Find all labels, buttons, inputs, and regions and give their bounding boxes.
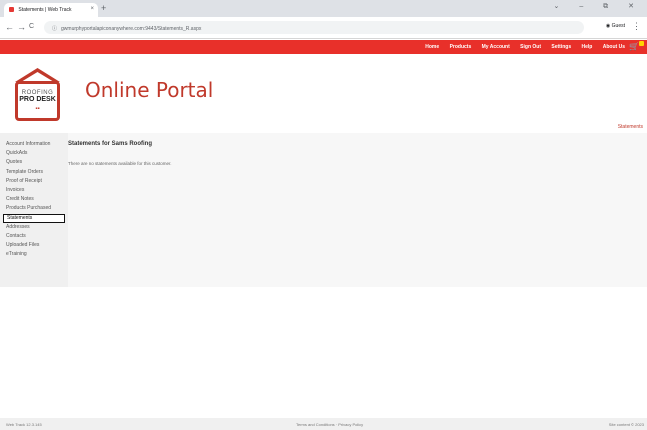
sidebar-item-products-purchased[interactable]: Products Purchased	[3, 204, 65, 213]
tab-title: Statements | Web Track	[18, 7, 72, 13]
forward-icon[interactable]: →	[17, 22, 26, 32]
cart-badge	[639, 41, 644, 46]
nav-sign-out[interactable]: Sign Out	[520, 44, 541, 50]
browser-menu-icon[interactable]: ⋮	[632, 21, 641, 32]
sidebar-item-contacts[interactable]: Contacts	[3, 232, 65, 241]
sidebar-item-uploaded-files[interactable]: Uploaded Files	[3, 241, 65, 250]
tab-close-icon[interactable]: ×	[90, 6, 94, 12]
nav-settings[interactable]: Settings	[551, 44, 571, 50]
profile-button[interactable]: ◉ Guest	[606, 23, 625, 29]
breadcrumb-statements[interactable]: Statements	[618, 124, 643, 130]
nav-my-account[interactable]: My Account	[482, 44, 510, 50]
sidebar-item-quickads[interactable]: QuickAds	[3, 149, 65, 158]
logo-badge: ROOFING PRO DESK ▪▪	[15, 81, 60, 121]
nav-products[interactable]: Products	[450, 44, 472, 50]
sidebar-item-addresses[interactable]: Addresses	[3, 223, 65, 232]
reload-icon[interactable]: C	[29, 23, 34, 30]
cart-icon[interactable]: 🛒	[629, 42, 639, 51]
browser-tab[interactable]: Statements | Web Track ×	[4, 3, 98, 17]
url-text: gwmurphyportalapiconanywhere.com:9443/St…	[61, 26, 202, 32]
page-footer: Web Track 12.3.145 Terms and Conditions …	[0, 418, 647, 430]
back-icon[interactable]: ←	[5, 22, 14, 32]
sidebar-item-proof-of-receipt[interactable]: Proof of Receipt	[3, 177, 65, 186]
account-sidebar: Account Information QuickAds Quotes Temp…	[3, 140, 65, 259]
nav-help[interactable]: Help	[582, 44, 593, 50]
sidebar-item-invoices[interactable]: Invoices	[3, 186, 65, 195]
page-title: Online Portal	[85, 78, 214, 102]
profile-label: Guest	[611, 23, 625, 29]
sidebar-item-etraining[interactable]: eTraining	[3, 250, 65, 259]
new-tab-button[interactable]: +	[101, 3, 106, 13]
sidebar-item-template-orders[interactable]: Template Orders	[3, 168, 65, 177]
site-info-icon[interactable]: ⓘ	[52, 26, 57, 32]
content-area: Account Information QuickAds Quotes Temp…	[0, 133, 647, 287]
nav-about-us[interactable]: About Us	[603, 44, 625, 50]
sidebar-item-credit-notes[interactable]: Credit Notes	[3, 195, 65, 204]
logo-text-pro-desk: PRO DESK	[19, 96, 56, 103]
nav-home[interactable]: Home	[425, 44, 439, 50]
top-navigation-bar: Home Products My Account Sign Out Settin…	[0, 40, 647, 54]
address-bar-row: ← → C ⓘ gwmurphyportalapiconanywhere.com:…	[0, 17, 647, 39]
window-controls[interactable]: ⌄ – ⧉ ✕	[554, 2, 643, 11]
empty-state-message: There are no statements available for th…	[68, 161, 172, 166]
sidebar-item-statements[interactable]: Statements	[3, 213, 65, 223]
favicon-icon	[9, 7, 14, 13]
footer-links[interactable]: Terms and Conditions · Privacy Policy	[296, 422, 363, 427]
logo-mark: ▪▪	[35, 106, 40, 112]
top-nav-links: Home Products My Account Sign Out Settin…	[416, 44, 625, 50]
site-logo[interactable]: ROOFING PRO DESK ▪▪	[10, 67, 65, 122]
sidebar-item-quotes[interactable]: Quotes	[3, 158, 65, 167]
footer-copyright: Site content © 2023	[608, 422, 644, 427]
footer-version: Web Track 12.3.145	[6, 422, 42, 427]
statements-panel: Statements for Sams Roofing There are no…	[68, 133, 647, 287]
statements-heading: Statements for Sams Roofing	[68, 141, 153, 147]
browser-tab-strip: Statements | Web Track × + ⌄ – ⧉ ✕	[0, 0, 647, 17]
url-input[interactable]: ⓘ gwmurphyportalapiconanywhere.com:9443/S…	[44, 21, 584, 34]
sidebar-item-account-information[interactable]: Account Information	[3, 140, 65, 149]
